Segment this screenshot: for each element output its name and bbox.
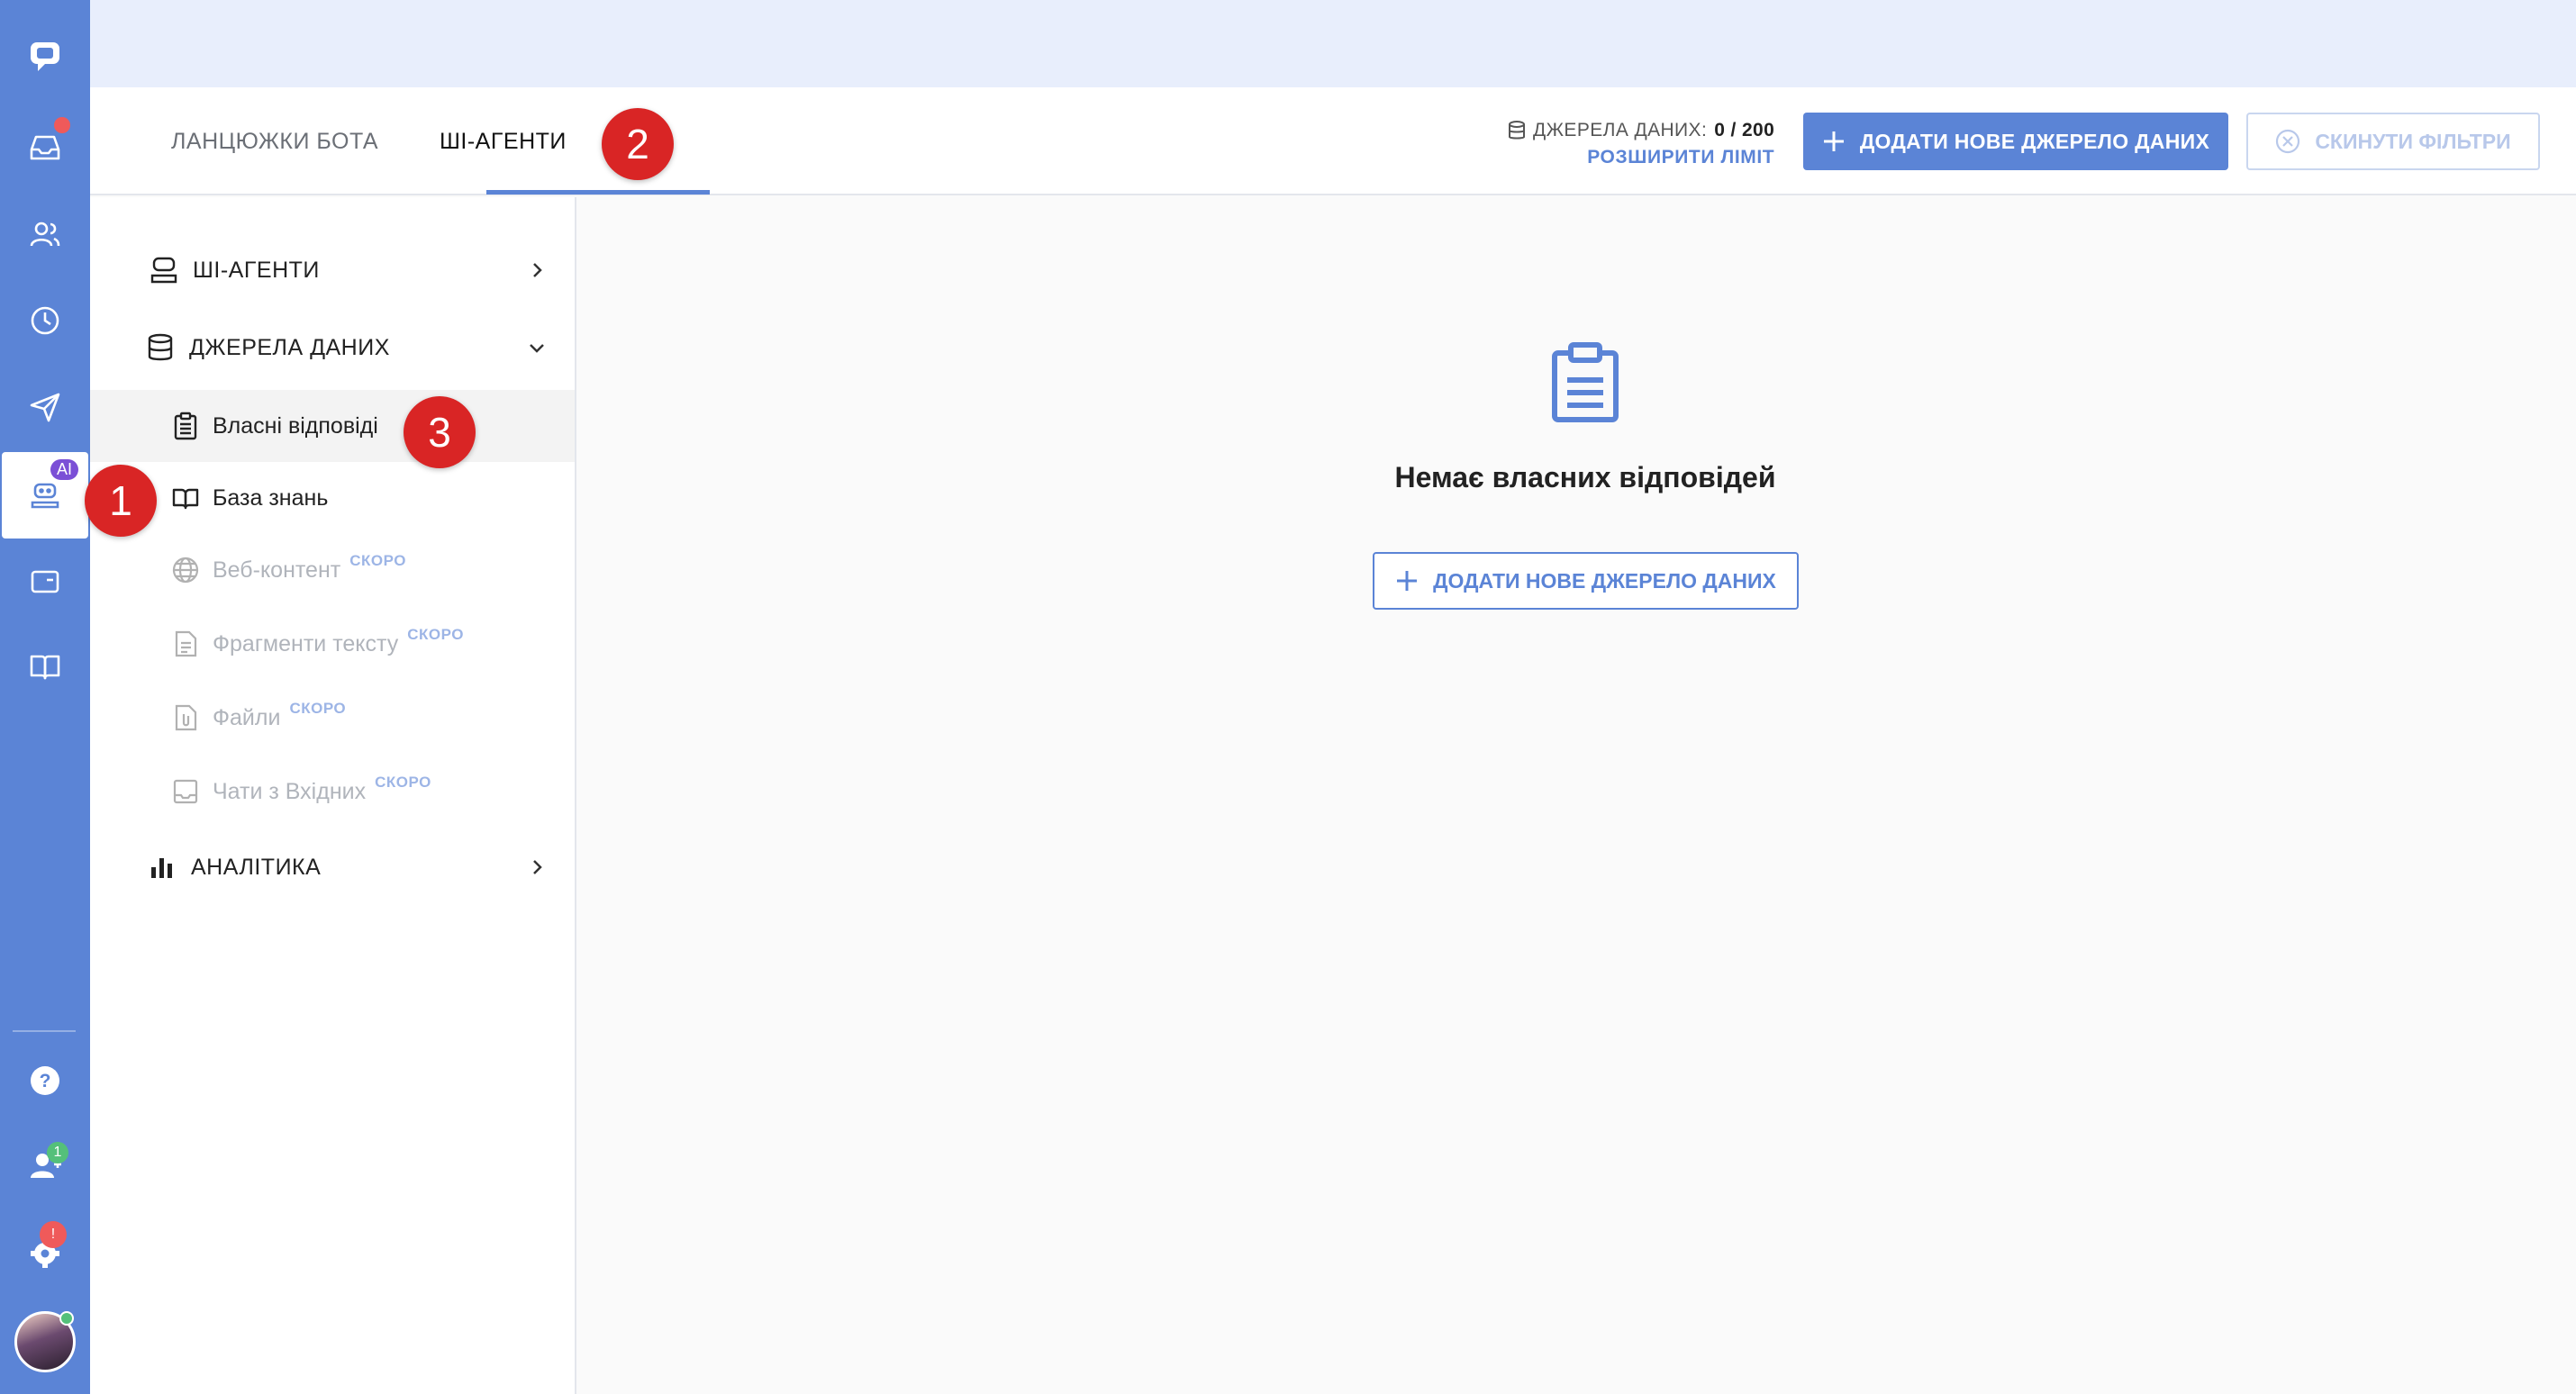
robot-icon [150,257,177,284]
sidebar-item-label: Власні відповіді [213,412,378,439]
sidebar-item-text-fragments: Фрагменти тексту СКОРО [90,608,575,680]
step-marker-3: 3 [404,396,476,468]
sidebar-item-label: Файли [213,704,281,730]
plus-icon [1397,571,1418,591]
settings-icon[interactable] [0,1208,90,1295]
limit-label: ДЖЕРЕЛА ДАНИХ: [1533,120,1708,140]
add-data-source-label: ДОДАТИ НОВЕ ДЖЕРЕЛО ДАНИХ [1859,129,2210,153]
data-source-limit: ДЖЕРЕЛА ДАНИХ: 0 / 200 РОЗШИРИТИ ЛІМІТ [1508,117,1774,171]
chevron-right-icon [533,860,542,874]
contacts-icon[interactable] [0,191,90,277]
globe-icon [172,557,199,584]
soon-badge: СКОРО [349,552,406,569]
sidebar-item-files: Файли СКОРО [90,682,575,754]
tab-bot-chains[interactable]: ЛАНЦЮЖКИ БОТА [171,87,378,195]
add-data-source-empty-button[interactable]: ДОДАТИ НОВЕ ДЖЕРЕЛО ДАНИХ [1373,552,1799,610]
team-icon[interactable] [0,1122,90,1208]
inbox-notification-dot [54,117,70,133]
add-data-source-empty-label: ДОДАТИ НОВЕ ДЖЕРЕЛО ДАНИХ [1433,568,1776,593]
sidebar-group-data-sources[interactable]: ДЖЕРЕЛА ДАНИХ [90,309,575,386]
reset-filters-button[interactable]: СКИНУТИ ФІЛЬТРИ [2246,113,2540,170]
book-icon[interactable] [0,623,90,710]
sidebar-group-label: ШІ-АГЕНТИ [193,257,320,283]
step-marker-2: 2 [602,108,674,180]
svg-text:?: ? [40,1071,51,1091]
plus-icon [1823,131,1844,151]
sidebar-group-analytics[interactable]: АНАЛІТИКА [90,828,575,906]
sidebar-item-inbox-chats: Чати з Вхідних СКОРО [90,756,575,828]
left-rail: AI ? 1 ! [0,0,90,1394]
ai-badge: AI [50,459,79,480]
limit-count: 0 / 200 [1714,120,1775,140]
online-status-dot [59,1311,74,1326]
inbox-icon[interactable] [0,104,90,191]
document-icon [175,630,197,657]
sidebar-item-label: Чати з Вхідних [213,778,367,804]
rail-divider [13,1030,76,1032]
database-icon [1509,121,1525,140]
sidebar-item-label: Фрагменти тексту [213,630,399,656]
sidebar-item-web-content: Веб-контент СКОРО [90,534,575,606]
send-icon[interactable] [0,364,90,450]
database-icon [148,333,173,361]
active-tab-indicator [486,190,710,195]
tab-ai-agents[interactable]: ШІ-АГЕНТИ [440,87,567,195]
sidebar-item-custom-answers[interactable]: Власні відповіді [90,390,575,462]
inbox-tray-icon [173,779,198,804]
soon-badge: СКОРО [375,774,431,791]
expand-limit-link[interactable]: РОЗШИРИТИ ЛІМІТ [1587,144,1774,171]
empty-state-title: Немає власних відповідей [1394,461,1776,493]
history-icon[interactable] [0,277,90,364]
sidebar-group-label: АНАЛІТИКА [191,854,322,880]
ai-agents-sidebar: ШІ-АГЕНТИ ДЖЕРЕЛА ДАНИХ Власні відповіді… [90,197,576,1394]
chat-logo-icon[interactable] [0,13,90,99]
clipboard-icon [1552,342,1619,422]
settings-alert-badge: ! [40,1221,67,1248]
clipboard-icon [174,412,197,440]
chevron-right-icon [533,263,542,277]
help-icon[interactable]: ? [0,1037,90,1124]
sidebar-item-knowledge-base[interactable]: База знань [90,462,575,534]
sidebar-group-ai-agents[interactable]: ШІ-АГЕНТИ [90,231,575,309]
soon-badge: СКОРО [407,626,464,643]
card-icon[interactable] [0,539,90,625]
sidebar-group-label: ДЖЕРЕЛА ДАНИХ [189,334,390,360]
ai-bot-icon[interactable]: AI [2,452,88,539]
file-attachment-icon [175,704,197,731]
team-badge: 1 [47,1142,68,1163]
add-data-source-button[interactable]: ДОДАТИ НОВЕ ДЖЕРЕЛО ДАНИХ [1803,113,2228,170]
soon-badge: СКОРО [289,700,347,717]
close-circle-icon [2276,129,2300,154]
sidebar-item-label: Веб-контент [213,557,341,583]
top-banner-area [90,0,2576,87]
reset-filters-label: СКИНУТИ ФІЛЬТРИ [2315,129,2511,153]
sidebar-item-label: База знань [213,484,329,511]
bar-chart-icon [151,858,172,878]
book-open-icon [172,488,199,510]
chevron-down-icon [530,344,544,353]
step-marker-1: 1 [85,465,157,537]
